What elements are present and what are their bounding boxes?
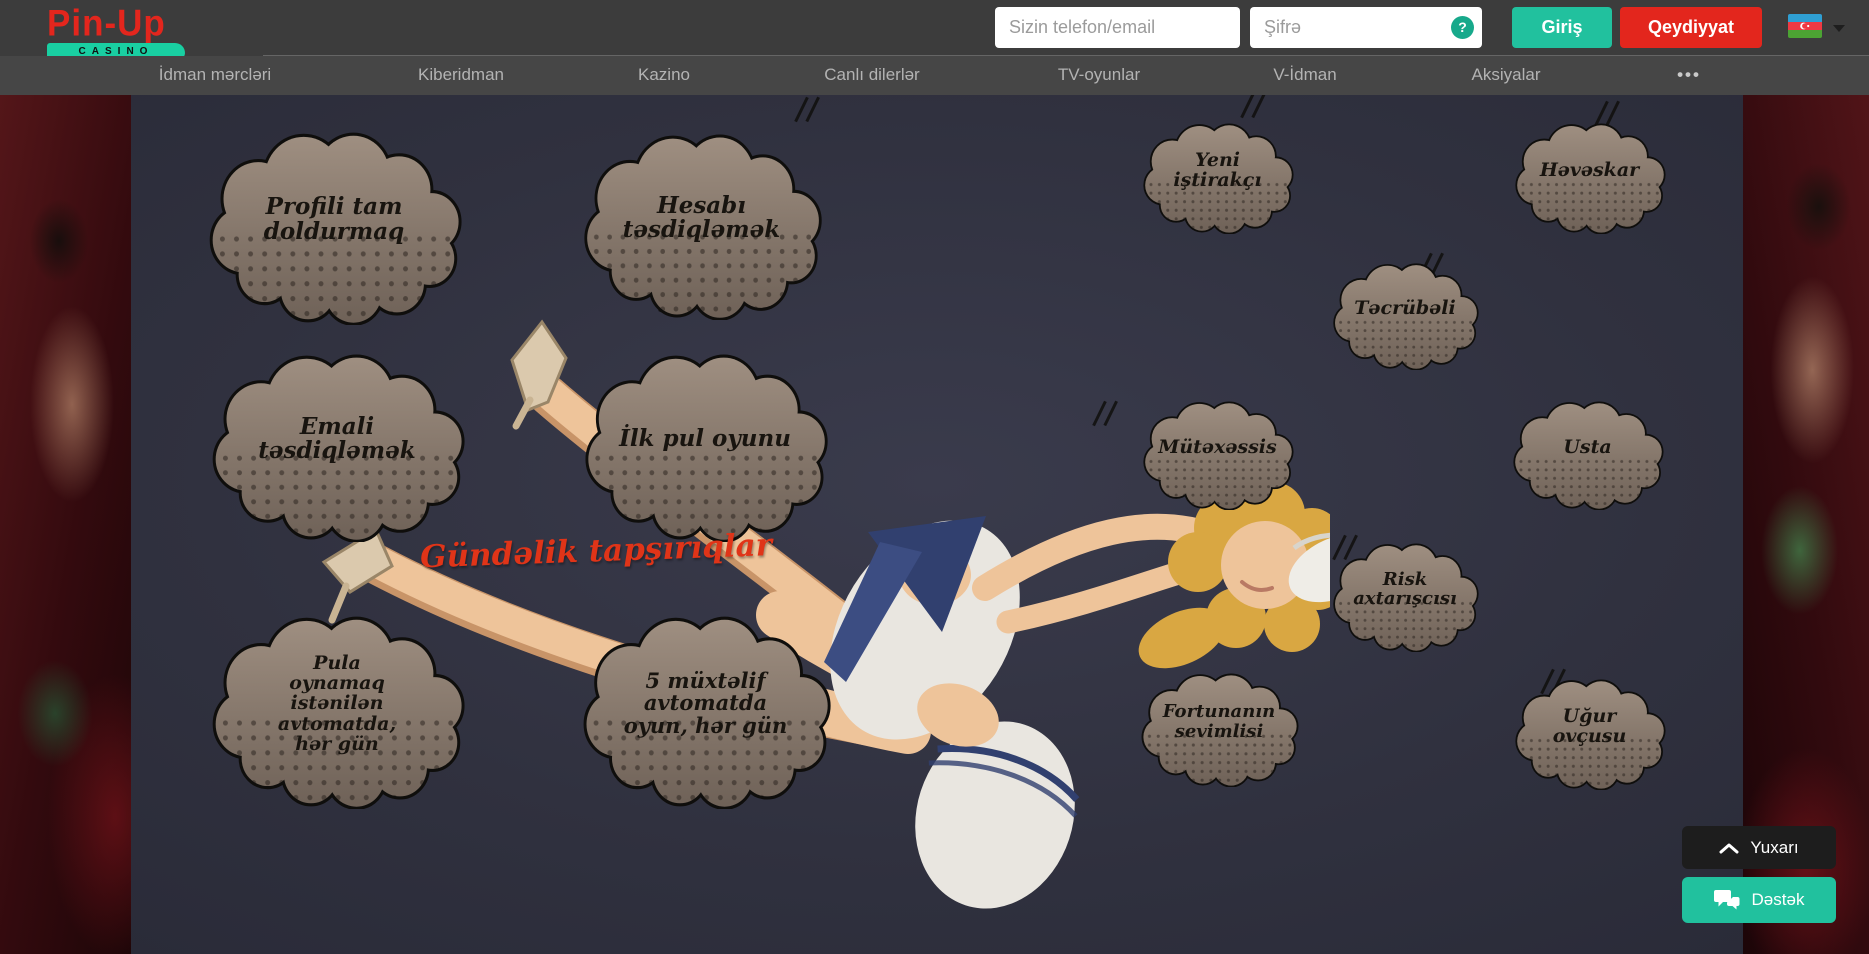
scroll-to-top-label: Yuxarı [1750,838,1798,858]
achievement-cloud-label: Profili tam doldurmaq [204,130,464,325]
nav-item-idman-mercleri[interactable]: İdman mərcləri [159,65,271,85]
achievement-cloud-label: Mütəxəssis [1140,400,1295,510]
achievement-cloud-label: Usta [1510,400,1665,510]
nav-item-canli-dilerler[interactable]: Canlı dilerlər [824,65,919,85]
nav-separator [263,55,1869,56]
achievement-cloud-label: 5 müxtəlif avtomatda oyun, hər gün [578,614,833,809]
chat-icon [1714,889,1741,912]
achievement-cloud-label: Emali təsdiqləmək [207,352,467,542]
pinup-logo[interactable]: Pin-Up CASINO [47,6,185,59]
caret-down-icon [1833,25,1845,32]
password-field: ? [1250,7,1482,48]
nav-item-kazino[interactable]: Kazino [638,65,690,85]
azerbaijan-flag-icon [1788,14,1822,38]
achievement-cloud: Profili tam doldurmaq [204,130,464,325]
password-input[interactable] [1250,7,1440,48]
achievement-cloud: Həvəskar [1512,122,1667,234]
achievement-cloud: Fortunanın sevimlisi [1138,672,1300,787]
achievement-cloud-label: Pula oynamaq istənilən avtomatda, hər gü… [207,614,467,809]
achievement-cloud: Pula oynamaq istənilən avtomatda, hər gü… [207,614,467,809]
achievement-cloud: Usta [1510,400,1665,510]
achievement-cloud: Uğur ovçusu [1512,678,1667,790]
main-navigation: İdman mərcləri Kiberidman Kazino Canlı d… [0,56,1869,95]
nav-item-tv-oyunlar[interactable]: TV-oyunlar [1058,65,1140,85]
achievement-cloud: Hesabı təsdiqləmək [579,132,824,320]
header: Pin-Up CASINO ? Giriş Qeydiyyat [0,0,1869,56]
achievement-cloud-label: Fortunanın sevimlisi [1138,672,1300,787]
achievement-cloud: Risk axtarışcısı [1330,542,1480,652]
achievement-cloud: Təcrübəli [1330,262,1480,370]
login-input[interactable] [995,7,1240,48]
achievement-cloud-label: Yeni iştirakçı [1140,122,1295,234]
achievement-cloud: 5 müxtəlif avtomatda oyun, hər gün [578,614,833,809]
login-button[interactable]: Giriş [1512,7,1612,48]
support-button[interactable]: Dəstək [1682,877,1836,923]
nav-item-kiberidman[interactable]: Kiberidman [418,65,504,85]
achievement-cloud: Yeni iştirakçı [1140,122,1295,234]
password-help-icon[interactable]: ? [1451,16,1474,39]
support-label: Dəstək [1752,890,1805,910]
nav-item-more[interactable]: ••• [1677,65,1701,85]
left-banner-image [0,95,131,954]
achievement-cloud-label: Uğur ovçusu [1512,678,1667,790]
scroll-to-top-button[interactable]: Yuxarı [1682,826,1836,869]
achievement-cloud-label: Risk axtarışcısı [1330,542,1480,652]
achievement-cloud-label: Hesabı təsdiqləmək [579,132,824,320]
achievement-cloud: Mütəxəssis [1140,400,1295,510]
nav-item-aksiyalar[interactable]: Aksiyalar [1472,65,1541,85]
pinup-girl-illustration [280,230,1330,920]
logo-title: Pin-Up [47,5,185,43]
achievement-cloud: İlk pul oyunu [580,352,830,542]
register-button[interactable]: Qeydiyyat [1620,7,1762,48]
achievement-cloud: Emali təsdiqləmək [207,352,467,542]
language-selector[interactable] [1788,14,1850,42]
nav-item-v-idman[interactable]: V-İdman [1273,65,1336,85]
achievement-cloud-label: İlk pul oyunu [580,352,830,542]
achievement-cloud-label: Həvəskar [1512,122,1667,234]
achievement-cloud-label: Təcrübəli [1330,262,1480,370]
chevron-up-icon [1719,842,1739,854]
